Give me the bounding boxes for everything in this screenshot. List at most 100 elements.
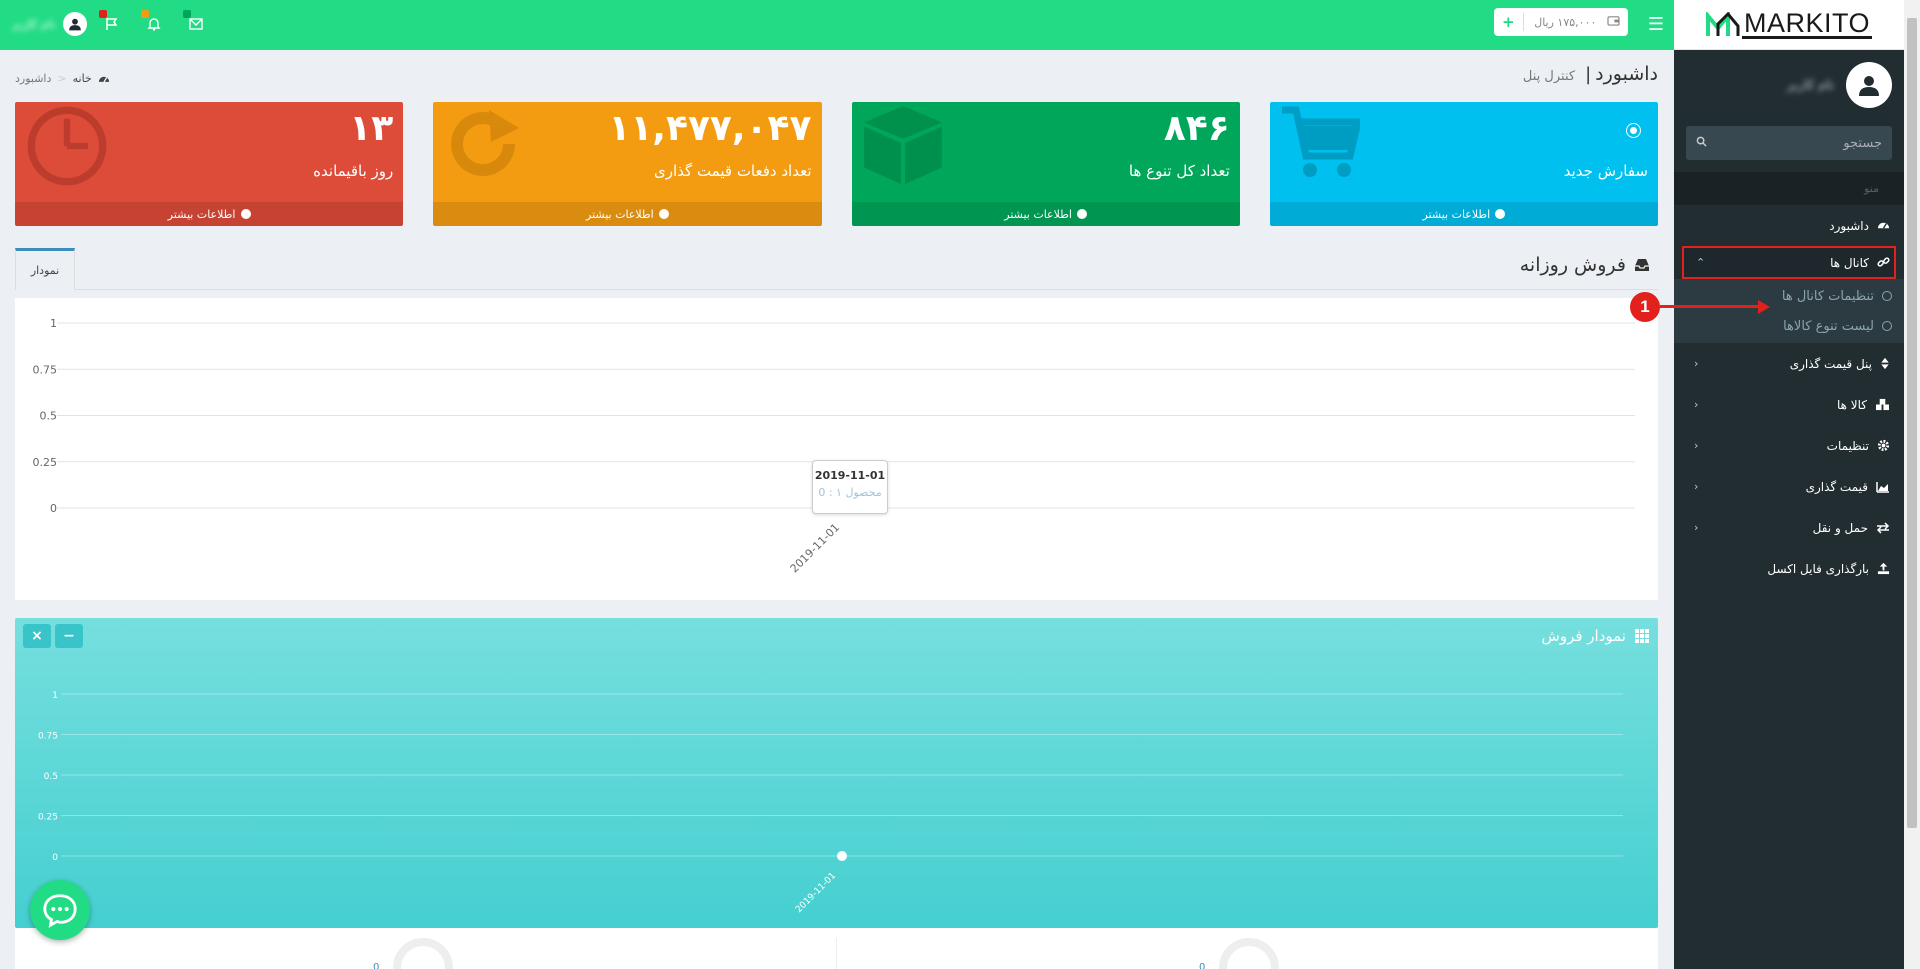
- page-subtitle: کنترل پنل: [1522, 69, 1576, 84]
- knob-chart: [1219, 938, 1279, 969]
- more-info-link[interactable]: اطلاعات بیشتر: [15, 202, 404, 226]
- sidebar-item-label: حمل و نقل: [1812, 520, 1868, 535]
- submenu-item-variant-list[interactable]: لیست تنوع کالاها: [1674, 311, 1904, 341]
- stat-label: روز باقیمانده: [313, 162, 394, 180]
- panel-title-text: فروش روزانه: [1519, 254, 1626, 276]
- chevron-left-icon: ‹: [1694, 439, 1699, 452]
- sidebar-item-products[interactable]: کالا ها ‹: [1674, 384, 1904, 425]
- chat-bubble-icon: [43, 894, 77, 928]
- small-dot: [1627, 124, 1640, 137]
- more-info-link[interactable]: اطلاعات بیشتر: [1269, 202, 1658, 226]
- sidebar-item-label: کالا ها: [1836, 397, 1867, 412]
- avatar: [63, 12, 88, 36]
- user-icon: [1859, 76, 1879, 96]
- knob-value: 0: [373, 962, 380, 969]
- upload-icon: [1877, 562, 1890, 575]
- sales-chart-footer: 0 0: [15, 928, 1658, 969]
- stat-value: ۱۳: [349, 108, 394, 149]
- topbar: ☰ ۱۷۵,۰۰۰ ریال + نام کاربر: [0, 0, 1674, 50]
- more-info-link[interactable]: اطلاعات بیشتر: [851, 202, 1240, 226]
- logo-text: MARKITO: [1741, 7, 1872, 39]
- channels-submenu: تنظیمات کانال ها لیست تنوع کالاها: [1674, 279, 1904, 343]
- sidebar-item-pricing[interactable]: قیمت گذاری ‹: [1674, 466, 1904, 507]
- topbar-icons: [99, 10, 208, 36]
- exchange-icon: [1876, 521, 1890, 534]
- sidebar-item-dashboard[interactable]: داشبورد: [1674, 205, 1904, 246]
- topbar-user-menu[interactable]: نام کاربر: [12, 12, 88, 36]
- y-tick-label: 0.25: [38, 813, 58, 823]
- area-chart-icon: [1876, 481, 1889, 493]
- clock-icon: [27, 106, 107, 186]
- logo-mark-icon: [1705, 11, 1740, 36]
- more-info-link[interactable]: اطلاعات بیشتر: [433, 202, 822, 226]
- stat-value: ۱۱,۴۷۷,۰۴۷: [608, 108, 812, 149]
- cube-icon: [863, 106, 942, 184]
- main-content: داشبورد|کنترل پنل داشبورد > خانه سفارش ج…: [15, 50, 1658, 969]
- annotation-arrow-line: [1660, 305, 1760, 308]
- y-tick-label: 0: [50, 502, 57, 515]
- sidebar-item-label: پنل قیمت گذاری: [1789, 356, 1872, 371]
- shopping-cart-icon: [1281, 106, 1360, 177]
- wallet-balance: ۱۷۵,۰۰۰ ریال: [1534, 15, 1597, 29]
- user-name: نام کاربر: [1787, 77, 1834, 93]
- hamburger-menu-icon[interactable]: ☰: [1648, 14, 1664, 35]
- stat-value: ۸۴۶: [1163, 108, 1230, 149]
- refresh-icon: [451, 110, 520, 177]
- chart-tooltip: 2019-11-01 محصول ۱ : 0: [812, 460, 888, 514]
- sidebar-item-channels[interactable]: کانال ها ⌃: [1682, 246, 1896, 279]
- x-tick-label: 2019-11-01: [788, 521, 842, 575]
- scrollbar-thumb[interactable]: [1907, 18, 1917, 828]
- sidebar-item-label: بارگذاری فایل اکسل: [1767, 561, 1869, 576]
- sidebar-item-label: تنظیمات: [1826, 438, 1869, 453]
- flag-notifications[interactable]: [99, 10, 124, 36]
- more-info-label: اطلاعات بیشتر: [167, 207, 236, 221]
- sidebar: MARKITO نام کاربر منو داشبورد کانال ها ⌃: [1674, 0, 1904, 969]
- breadcrumb: داشبورد > خانه: [15, 72, 110, 85]
- y-tick-label: 0: [52, 853, 58, 863]
- daily-sales-chart: 0 0.25 0.5 0.75 1 2019-11-01 2019-11-01 محصول…: [15, 298, 1658, 600]
- chevron-left-icon: ‹: [1694, 357, 1699, 370]
- search-icon[interactable]: [1696, 136, 1707, 151]
- bell-notifications[interactable]: [141, 10, 166, 36]
- add-credit-button[interactable]: +: [1502, 13, 1524, 31]
- wallet-icon: [1607, 15, 1620, 29]
- stat-box-days-remaining: ۱۳ روز باقیمانده اطلاعات بیشتر: [15, 102, 404, 226]
- chevron-up-icon: ⌃: [1696, 256, 1706, 269]
- logo[interactable]: MARKITO: [1674, 0, 1904, 50]
- sidebar-search: [1686, 126, 1892, 160]
- sidebar-item-label: داشبورد: [1829, 218, 1869, 233]
- y-tick-label: 0.5: [44, 772, 58, 782]
- notification-badge: [183, 10, 191, 18]
- page-scrollbar[interactable]: [1904, 0, 1920, 969]
- sidebar-item-pricing-panel[interactable]: پنل قیمت گذاری ‹: [1674, 343, 1904, 384]
- search-input[interactable]: [1732, 135, 1882, 151]
- stat-box-pricing-count: ۱۱,۴۷۷,۰۴۷ تعداد دفعات قیمت گذاری اطلاعا…: [433, 102, 822, 226]
- dashboard-icon: [1877, 222, 1890, 229]
- y-tick-label: 0.75: [33, 363, 58, 376]
- wallet-widget[interactable]: ۱۷۵,۰۰۰ ریال +: [1494, 8, 1628, 36]
- mail-notifications[interactable]: [183, 10, 208, 36]
- avatar[interactable]: [1846, 62, 1892, 108]
- sort-icon: [1881, 357, 1889, 370]
- page-title: داشبورد|کنترل پنل: [1522, 63, 1658, 85]
- arrow-circle-icon: [658, 209, 669, 219]
- stat-box-variants: ۸۴۶ تعداد کل تنوع ها اطلاعات بیشتر: [851, 102, 1240, 226]
- more-info-label: اطلاعات بیشتر: [586, 207, 654, 221]
- submenu-item-label: لیست تنوع کالاها: [1783, 318, 1874, 334]
- sidebar-item-excel-upload[interactable]: بارگذاری فایل اکسل: [1674, 548, 1904, 589]
- circle-icon: [1882, 291, 1892, 301]
- breadcrumb-home[interactable]: خانه: [73, 72, 92, 85]
- tooltip-date: 2019-11-01: [814, 469, 886, 482]
- data-point: [837, 851, 847, 861]
- chevron-left-icon: ‹: [1694, 521, 1699, 534]
- sidebar-item-settings[interactable]: تنظیمات ‹: [1674, 425, 1904, 466]
- sidebar-item-label: قیمت گذاری: [1805, 479, 1868, 494]
- menu-header: منو: [1674, 172, 1904, 205]
- tooltip-value: محصول ۱ : 0: [818, 486, 882, 499]
- notification-badge: [99, 10, 107, 18]
- chat-widget-button[interactable]: [30, 880, 90, 940]
- tab-chart[interactable]: نمودار: [15, 248, 75, 290]
- y-tick-label: 0.25: [33, 456, 58, 469]
- sidebar-item-shipping[interactable]: حمل و نقل ‹: [1674, 507, 1904, 548]
- line-chart: 0 0.25 0.5 0.75 1 2019-11-01: [33, 317, 1635, 575]
